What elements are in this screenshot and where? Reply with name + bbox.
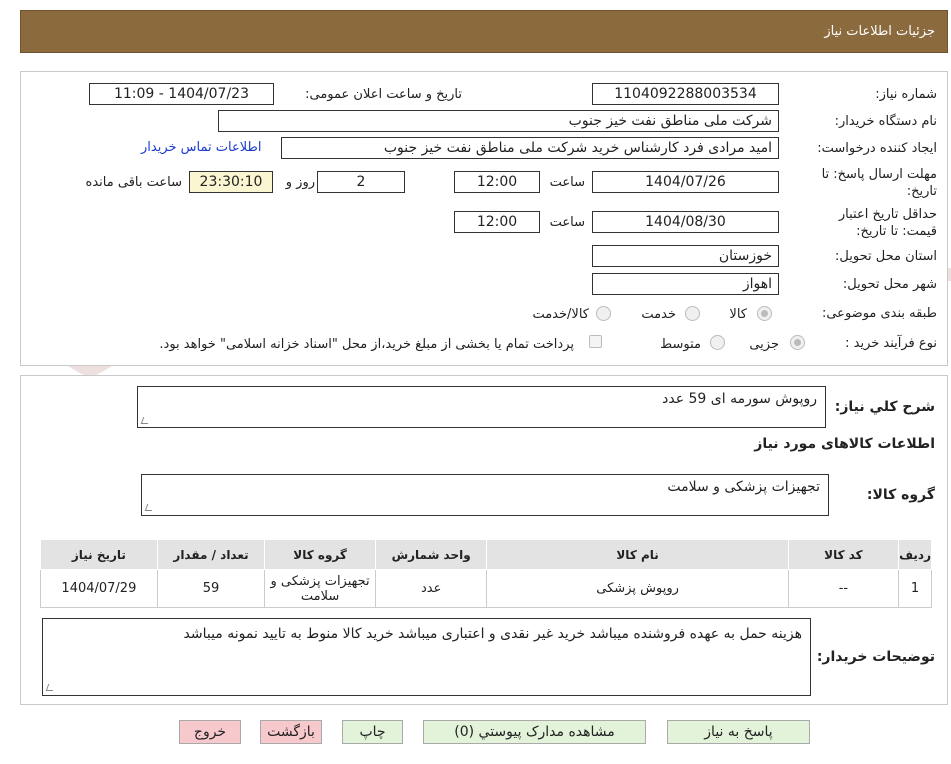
col-header-row: ردیف: [898, 539, 932, 570]
contact-buyer-link[interactable]: اطلاعات تماس خریدار: [141, 140, 261, 155]
description-label: شرح کلي نياز:: [834, 399, 935, 415]
category-service-radio[interactable]: [685, 306, 700, 321]
back-button[interactable]: بازگشت: [260, 720, 322, 744]
deadline-time-field[interactable]: 12:00: [454, 171, 540, 193]
cell-name: روپوش پزشکی: [486, 569, 789, 608]
print-button[interactable]: چاپ: [342, 720, 403, 744]
days-label: روز و: [285, 175, 315, 190]
validity-time-field[interactable]: 12:00: [454, 211, 540, 233]
process-medium-label: متوسط: [660, 337, 701, 352]
remaining-label: ساعت باقی مانده: [85, 175, 182, 190]
validity-date-field[interactable]: 1404/08/30: [592, 211, 779, 233]
col-header-code: کد کالا: [787, 539, 900, 570]
category-goods-radio[interactable]: [757, 306, 772, 321]
cell-quantity: 59: [156, 569, 266, 608]
validity-label-2: قیمت: تا تاریخ:: [856, 224, 937, 239]
validity-label: حداقل تاریخ اعتبار: [838, 207, 937, 222]
city-field[interactable]: اهواز: [592, 273, 779, 295]
goods-table: ردیف کد کالا نام کالا واحد شمارش گروه کا…: [40, 539, 932, 608]
page-header: جزئیات اطلاعات نیاز: [20, 10, 948, 53]
goods-info-title: اطلاعات کالاهای مورد نیاز: [754, 436, 935, 452]
need-number-label: شماره نیاز:: [875, 87, 937, 102]
process-minor-radio[interactable]: [790, 335, 805, 350]
province-label: استان محل تحویل:: [835, 249, 937, 264]
category-service-label: خدمت: [641, 307, 676, 322]
goods-table-header: ردیف کد کالا نام کالا واحد شمارش گروه کا…: [40, 539, 932, 570]
process-medium-radio[interactable]: [710, 335, 725, 350]
deadline-time-label: ساعت: [549, 175, 585, 190]
buyer-notes-field[interactable]: هزینه حمل به عهده فروشنده میباشد خرید غی…: [42, 618, 811, 696]
deadline-label: مهلت ارسال پاسخ: تا: [821, 167, 937, 182]
cell-unit: عدد: [374, 569, 488, 608]
announce-field[interactable]: 1404/07/23 - 11:09: [89, 83, 274, 105]
page-title: جزئیات اطلاعات نیاز: [824, 24, 935, 39]
province-field[interactable]: خوزستان: [592, 245, 779, 267]
process-minor-label: جزیی: [749, 337, 779, 352]
col-header-group: گروه کالا: [264, 539, 376, 570]
col-header-date: تاریخ نیاز: [40, 539, 158, 570]
col-header-name: نام کالا: [486, 539, 789, 570]
cell-group: تجهیزات پزشکی و سلامت: [264, 569, 376, 608]
goods-group-field[interactable]: تجهیزات پزشکی و سلامت: [141, 474, 829, 516]
category-both-label: کالا/خدمت: [532, 307, 589, 322]
treasury-checkbox[interactable]: [589, 335, 602, 348]
validity-time-label: ساعت: [549, 215, 585, 230]
exit-button[interactable]: خروج: [179, 720, 241, 744]
view-attachments-button[interactable]: مشاهده مدارک پیوستي (0): [423, 720, 646, 744]
announce-label: تاریخ و ساعت اعلان عمومی:: [305, 87, 462, 102]
deadline-label-2: تاریخ:: [906, 184, 937, 199]
cell-code: --: [787, 569, 900, 608]
need-number-field[interactable]: 1104092288003534: [592, 83, 779, 105]
description-field[interactable]: روپوش سورمه ای 59 عدد: [137, 386, 826, 428]
deadline-date-field[interactable]: 1404/07/26: [592, 171, 779, 193]
table-row: 1 -- روپوش پزشکی عدد تجهیزات پزشکی و سلا…: [40, 569, 932, 608]
creator-label: ایجاد کننده درخواست:: [817, 141, 937, 156]
city-label: شهر محل تحویل:: [842, 277, 937, 292]
buyer-label: نام دستگاه خریدار:: [834, 114, 937, 129]
buyer-notes-label: توضیحات خریدار:: [816, 649, 935, 665]
buyer-field[interactable]: شرکت ملی مناطق نفت خیز جنوب: [218, 110, 779, 132]
category-label: طبقه بندی موضوعی:: [821, 306, 937, 321]
reply-button[interactable]: پاسخ به نیاز: [667, 720, 810, 744]
cell-row-number: 1: [898, 569, 932, 608]
process-label: نوع فرآیند خرید :: [845, 336, 937, 351]
remaining-time-field: 23:30:10: [189, 171, 273, 193]
payment-note: پرداخت تمام یا بخشی از مبلغ خرید،از محل …: [159, 337, 574, 352]
goods-group-label: گروه کالا:: [866, 487, 935, 503]
category-both-radio[interactable]: [596, 306, 611, 321]
creator-field[interactable]: امید مرادی فرد کارشناس خرید شرکت ملی منا…: [281, 137, 779, 159]
col-header-quantity: تعداد / مقدار: [156, 539, 266, 570]
col-header-unit: واحد شمارش: [374, 539, 488, 570]
days-field[interactable]: 2: [317, 171, 405, 193]
category-goods-label: کالا: [729, 307, 747, 322]
cell-date: 1404/07/29: [40, 569, 158, 608]
